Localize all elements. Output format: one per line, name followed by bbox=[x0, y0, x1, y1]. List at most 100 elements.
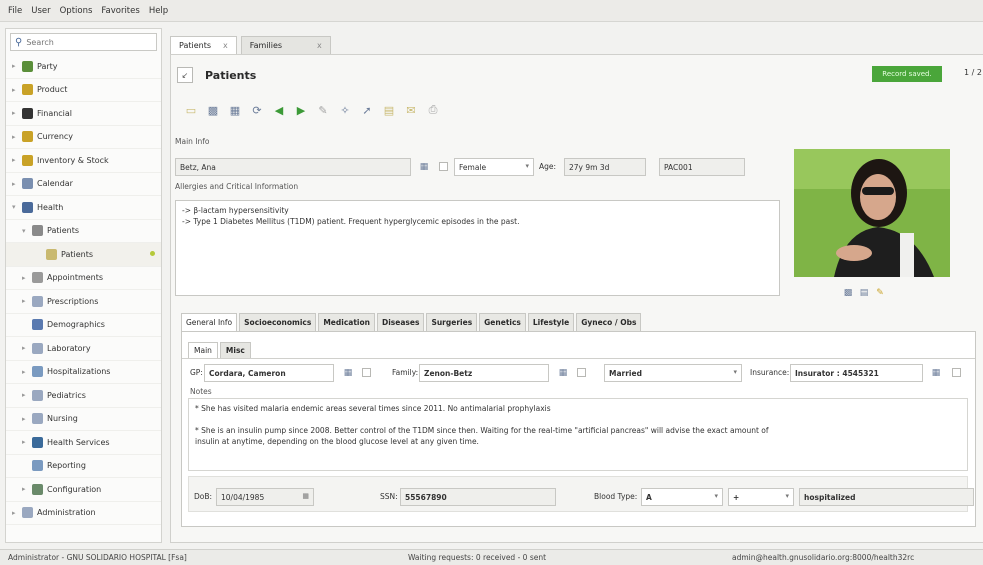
rh-select[interactable]: + ▾ bbox=[728, 488, 794, 506]
tab-socioeconomics[interactable]: Socioeconomics bbox=[239, 313, 317, 331]
open-record-icon[interactable]: ▦ bbox=[342, 367, 354, 379]
open-record-icon[interactable]: ▦ bbox=[930, 367, 942, 379]
open-record-icon[interactable]: ▦ bbox=[557, 367, 569, 379]
email-icon[interactable]: ✉ bbox=[403, 102, 419, 118]
allergies-textarea[interactable]: -> β-lactam hypersensitivity -> Type 1 D… bbox=[175, 200, 780, 296]
sidebar-item[interactable]: ▾ Health bbox=[6, 196, 161, 220]
status-user: Administrator - GNU SOLIDARIO HOSPITAL [… bbox=[8, 553, 187, 562]
sidebar-item[interactable]: Demographics bbox=[6, 314, 161, 337]
chevron-right-icon[interactable]: ▸ bbox=[22, 438, 28, 446]
menu-file[interactable]: File bbox=[8, 6, 22, 16]
notes-textarea[interactable]: * She has visited malaria endemic areas … bbox=[188, 398, 968, 471]
photo-clear-icon[interactable]: ✎ bbox=[874, 287, 886, 299]
sidebar-item[interactable]: ▸ Laboratory bbox=[6, 337, 161, 361]
print-icon[interactable]: ⎙ bbox=[425, 102, 441, 118]
sidebar-item[interactable]: ▸ Configuration bbox=[6, 478, 161, 502]
sidebar-item-label: Health bbox=[37, 202, 64, 212]
attachment-icon[interactable]: ✎ bbox=[315, 102, 331, 118]
report-icon[interactable]: ▤ bbox=[381, 102, 397, 118]
chevron-right-icon[interactable]: ▸ bbox=[12, 62, 18, 70]
tab-genetics[interactable]: Genetics bbox=[479, 313, 526, 331]
close-icon[interactable]: x bbox=[317, 41, 322, 50]
menu-help[interactable]: Help bbox=[149, 6, 168, 16]
menu-user[interactable]: User bbox=[31, 6, 50, 16]
reload-icon[interactable]: ⟳ bbox=[249, 102, 265, 118]
search-box[interactable]: ⚲ bbox=[10, 33, 157, 51]
dob-field[interactable]: 10/04/1985 ▦ bbox=[216, 488, 314, 506]
sidebar-item[interactable]: ▸ Appointments bbox=[6, 267, 161, 290]
chevron-down-icon: ▾ bbox=[525, 162, 529, 170]
collapse-button[interactable]: ↙ bbox=[177, 67, 193, 83]
sidebar-item[interactable]: ▾ Patients bbox=[6, 220, 161, 243]
status-connection: admin@health.gnusolidario.org:8000/healt… bbox=[732, 553, 915, 562]
chevron-right-icon[interactable]: ▸ bbox=[22, 391, 28, 399]
tab-lifestyle[interactable]: Lifestyle bbox=[527, 313, 575, 331]
menu-options[interactable]: Options bbox=[60, 6, 93, 16]
chevron-right-icon[interactable]: ▸ bbox=[22, 274, 28, 282]
previous-icon[interactable]: ◀ bbox=[271, 102, 287, 118]
chevron-down-icon[interactable]: ▾ bbox=[22, 227, 28, 235]
sidebar-item[interactable]: ▸ Health Services bbox=[6, 431, 161, 455]
chevron-right-icon[interactable]: ▸ bbox=[22, 297, 28, 305]
new-record-icon[interactable]: ▭ bbox=[183, 102, 199, 118]
sidebar-item[interactable]: ▸ Calendar bbox=[6, 173, 161, 196]
sidebar-item[interactable]: ▸ Hospitalizations bbox=[6, 361, 161, 384]
family-field[interactable]: Zenon-Betz bbox=[419, 364, 549, 382]
calendar-icon[interactable]: ▦ bbox=[302, 492, 309, 500]
tab-surgeries[interactable]: Surgeries bbox=[426, 313, 478, 331]
family-checkbox[interactable] bbox=[577, 368, 586, 377]
close-icon[interactable]: x bbox=[223, 41, 228, 50]
chevron-down-icon[interactable]: ▾ bbox=[12, 203, 18, 211]
sidebar-item[interactable]: ▸ Product bbox=[6, 79, 161, 102]
gender-select[interactable]: Female ▾ bbox=[454, 158, 534, 176]
chevron-right-icon[interactable]: ▸ bbox=[12, 156, 18, 164]
deceased-checkbox[interactable] bbox=[439, 162, 448, 171]
photo-open-icon[interactable]: ▤ bbox=[858, 287, 870, 299]
tab-diseases[interactable]: Diseases bbox=[377, 313, 425, 331]
chevron-right-icon[interactable]: ▸ bbox=[12, 109, 18, 117]
tab-main[interactable]: Main bbox=[188, 342, 218, 358]
gp-checkbox[interactable] bbox=[362, 368, 371, 377]
chevron-right-icon[interactable]: ▸ bbox=[12, 180, 18, 188]
relate-icon[interactable]: ➚ bbox=[359, 102, 375, 118]
chevron-right-icon[interactable]: ▸ bbox=[22, 344, 28, 352]
tab-families[interactable]: Families x bbox=[240, 36, 331, 54]
insurance-field[interactable]: Insurator : 4545321 bbox=[790, 364, 923, 382]
search-input[interactable] bbox=[26, 37, 147, 47]
next-icon[interactable]: ▶ bbox=[293, 102, 309, 118]
sidebar-item[interactable]: ▸ Administration bbox=[6, 502, 161, 525]
sidebar-item[interactable]: ▸ Pediatrics bbox=[6, 384, 161, 408]
sidebar-item[interactable]: Reporting bbox=[6, 455, 161, 478]
sidebar-item[interactable]: Patients bbox=[6, 243, 161, 267]
open-record-icon[interactable]: ▦ bbox=[418, 161, 430, 173]
chevron-right-icon[interactable]: ▸ bbox=[12, 509, 18, 517]
sidebar-item[interactable]: ▸ Party bbox=[6, 55, 161, 79]
tab-medication[interactable]: Medication bbox=[318, 313, 375, 331]
marital-status-select[interactable]: Married ▾ bbox=[604, 364, 742, 382]
ssn-field[interactable]: 55567890 bbox=[400, 488, 556, 506]
blood-type-select[interactable]: A ▾ bbox=[641, 488, 723, 506]
patient-name-field[interactable]: Betz, Ana bbox=[175, 158, 411, 176]
insurance-checkbox[interactable] bbox=[952, 368, 961, 377]
save-icon[interactable]: ▩ bbox=[205, 102, 221, 118]
chevron-right-icon[interactable]: ▸ bbox=[12, 86, 18, 94]
menu-favorites[interactable]: Favorites bbox=[101, 6, 139, 16]
sidebar-item[interactable]: ▸ Nursing bbox=[6, 408, 161, 431]
favorite-icon[interactable] bbox=[150, 251, 155, 256]
tab-misc[interactable]: Misc bbox=[219, 342, 251, 358]
sidebar-item[interactable]: ▸ Financial bbox=[6, 102, 161, 126]
tab-patients[interactable]: Patients x bbox=[170, 36, 237, 54]
chevron-right-icon[interactable]: ▸ bbox=[12, 133, 18, 141]
gp-field[interactable]: Cordara, Cameron bbox=[204, 364, 334, 382]
tab-general-info[interactable]: General Info bbox=[181, 313, 238, 331]
switch-view-icon[interactable]: ▦ bbox=[227, 102, 243, 118]
sidebar-item[interactable]: ▸ Currency bbox=[6, 126, 161, 149]
photo-save-icon[interactable]: ▩ bbox=[842, 287, 854, 299]
chevron-right-icon[interactable]: ▸ bbox=[22, 415, 28, 423]
chevron-right-icon[interactable]: ▸ bbox=[22, 485, 28, 493]
sidebar-item[interactable]: ▸ Inventory & Stock bbox=[6, 149, 161, 173]
sidebar-item[interactable]: ▸ Prescriptions bbox=[6, 290, 161, 314]
tab-gyneco-obs[interactable]: Gyneco / Obs bbox=[576, 313, 642, 331]
action-icon[interactable]: ✧ bbox=[337, 102, 353, 118]
chevron-right-icon[interactable]: ▸ bbox=[22, 368, 28, 376]
